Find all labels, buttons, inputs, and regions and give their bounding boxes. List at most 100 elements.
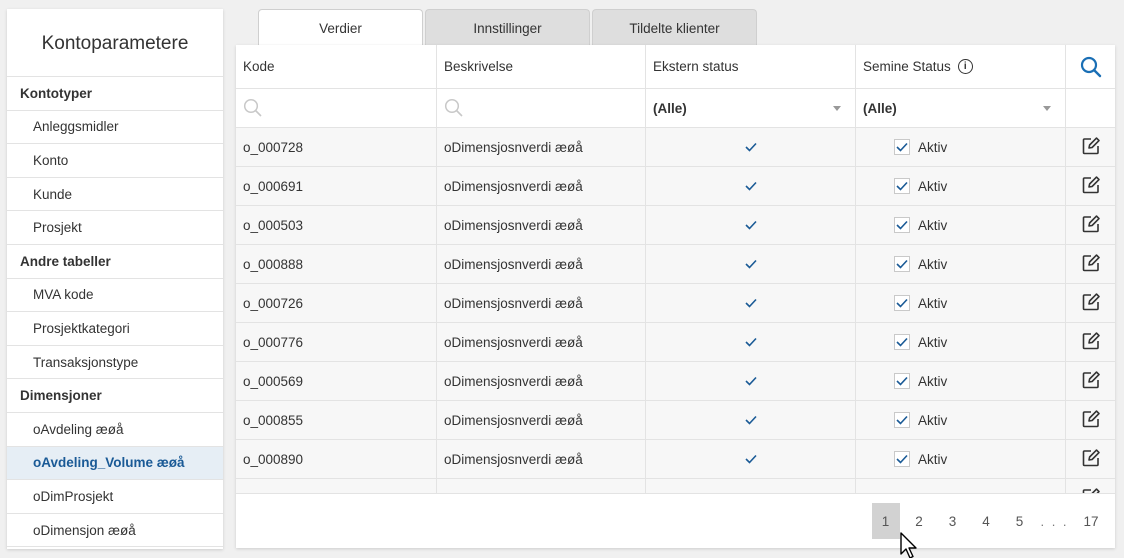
description-cell: oDimensjosnverdi æøå bbox=[437, 206, 646, 245]
description-filter-input[interactable] bbox=[437, 89, 646, 128]
table-body: o_000728 oDimensjosnverdi æøå Aktiv o_00069… bbox=[236, 128, 1115, 518]
sidebar-item[interactable]: Konto bbox=[7, 144, 223, 178]
edit-button[interactable] bbox=[1066, 206, 1115, 245]
status-checkbox[interactable] bbox=[894, 217, 910, 233]
status-label: Aktiv bbox=[918, 373, 948, 389]
table-row[interactable]: o_000888 oDimensjosnverdi æøå Aktiv bbox=[236, 245, 1115, 284]
table-row[interactable]: o_000726 oDimensjosnverdi æøå Aktiv bbox=[236, 284, 1115, 323]
sidebar-item[interactable]: Prosjekt bbox=[7, 211, 223, 245]
page-5-button[interactable]: 5 bbox=[1006, 503, 1034, 539]
column-header-external-status[interactable]: Ekstern status bbox=[646, 45, 856, 89]
status-label: Aktiv bbox=[918, 217, 948, 233]
table-row[interactable]: o_000691 oDimensjosnverdi æøå Aktiv bbox=[236, 167, 1115, 206]
status-checkbox[interactable] bbox=[894, 256, 910, 272]
status-checkbox[interactable] bbox=[894, 334, 910, 350]
page-3-button[interactable]: 3 bbox=[939, 503, 967, 539]
status-label: Aktiv bbox=[918, 412, 948, 428]
check-icon bbox=[744, 413, 757, 428]
page-1-button[interactable]: 1 bbox=[871, 503, 900, 539]
page-last-button[interactable]: 17 bbox=[1077, 503, 1105, 539]
sidebar-item[interactable]: oAvdeling æøå bbox=[7, 413, 223, 447]
external-status-filter[interactable]: (Alle) bbox=[646, 89, 856, 128]
table-row[interactable]: o_000855 oDimensjosnverdi æøå Aktiv bbox=[236, 401, 1115, 440]
check-icon bbox=[744, 335, 757, 350]
status-label: Aktiv bbox=[918, 334, 948, 350]
semine-status-filter-value: (Alle) bbox=[863, 100, 897, 116]
description-cell: oDimensjosnverdi æøå bbox=[437, 128, 646, 167]
check-icon bbox=[744, 140, 757, 155]
status-checkbox[interactable] bbox=[894, 295, 910, 311]
edit-icon bbox=[1081, 136, 1101, 159]
edit-icon bbox=[1081, 175, 1101, 198]
sidebar-item[interactable]: oDimensjon æøå bbox=[7, 514, 223, 548]
edit-button[interactable] bbox=[1066, 167, 1115, 206]
table-row[interactable]: o_000569 oDimensjosnverdi æøå Aktiv bbox=[236, 362, 1115, 401]
grid-footer: 1 2 3 4 5 . . . 17 bbox=[236, 493, 1115, 548]
filter-empty-cell bbox=[1066, 89, 1115, 128]
chevron-down-icon bbox=[1043, 105, 1051, 111]
sidebar-item[interactable]: oDimProsjekt bbox=[7, 480, 223, 514]
sidebar-item[interactable]: Prosjektkategori bbox=[7, 312, 223, 346]
search-button[interactable] bbox=[1066, 45, 1115, 89]
table-row[interactable]: o_000503 oDimensjosnverdi æøå Aktiv bbox=[236, 206, 1115, 245]
status-label: Aktiv bbox=[918, 256, 948, 272]
sidebar-item[interactable]: Anleggsmidler bbox=[7, 111, 223, 145]
sidebar-item[interactable]: Kunde bbox=[7, 178, 223, 212]
code-cell: o_000855 bbox=[236, 401, 437, 440]
column-header-description[interactable]: Beskrivelse bbox=[437, 45, 646, 89]
status-checkbox[interactable] bbox=[894, 412, 910, 428]
edit-button[interactable] bbox=[1066, 440, 1115, 479]
semine-status-cell: Aktiv bbox=[856, 323, 1066, 362]
status-checkbox[interactable] bbox=[894, 139, 910, 155]
tab-innstillinger[interactable]: Innstillinger bbox=[425, 9, 590, 46]
external-status-cell bbox=[646, 245, 856, 284]
tab-tildelte-klienter[interactable]: Tildelte klienter bbox=[592, 9, 757, 46]
semine-status-cell: Aktiv bbox=[856, 167, 1066, 206]
status-checkbox[interactable] bbox=[894, 373, 910, 389]
edit-icon bbox=[1081, 448, 1101, 471]
description-cell: oDimensjosnverdi æøå bbox=[437, 362, 646, 401]
status-checkbox[interactable] bbox=[894, 178, 910, 194]
sidebar-item[interactable]: oAvdeling_Volume æøå bbox=[7, 446, 223, 481]
check-icon bbox=[744, 218, 757, 233]
edit-button[interactable] bbox=[1066, 323, 1115, 362]
sidebar-item[interactable]: Transaksjonstype bbox=[7, 346, 223, 380]
values-grid: Kode Beskrivelse Ekstern status Semine S… bbox=[236, 45, 1115, 518]
pagination-ellipsis[interactable]: . . . bbox=[1038, 503, 1072, 539]
edit-icon bbox=[1081, 292, 1101, 315]
code-cell: o_000726 bbox=[236, 284, 437, 323]
description-cell: oDimensjosnverdi æøå bbox=[437, 401, 646, 440]
semine-status-filter[interactable]: (Alle) bbox=[856, 89, 1066, 128]
column-header-code[interactable]: Kode bbox=[236, 45, 437, 89]
mouse-cursor-icon bbox=[900, 532, 917, 558]
column-header-semine-status[interactable]: Semine Status i bbox=[856, 45, 1066, 89]
info-icon[interactable]: i bbox=[957, 59, 973, 74]
table-row[interactable]: o_000890 oDimensjosnverdi æøå Aktiv bbox=[236, 440, 1115, 479]
edit-button[interactable] bbox=[1066, 284, 1115, 323]
sidebar-title: Kontoparametere bbox=[7, 9, 223, 77]
edit-button[interactable] bbox=[1066, 128, 1115, 167]
edit-icon bbox=[1081, 331, 1101, 354]
code-cell: o_000569 bbox=[236, 362, 437, 401]
edit-button[interactable] bbox=[1066, 362, 1115, 401]
semine-status-label: Semine Status bbox=[863, 59, 951, 74]
code-filter-input[interactable] bbox=[236, 89, 437, 128]
status-checkbox[interactable] bbox=[894, 451, 910, 467]
semine-status-cell: Aktiv bbox=[856, 401, 1066, 440]
tab-verdier[interactable]: Verdier bbox=[258, 9, 423, 47]
sidebar-group-header: Kontotyper bbox=[7, 77, 223, 111]
table-row[interactable]: o_000776 oDimensjosnverdi æøå Aktiv bbox=[236, 323, 1115, 362]
page-4-button[interactable]: 4 bbox=[972, 503, 1000, 539]
semine-status-cell: Aktiv bbox=[856, 206, 1066, 245]
table-row[interactable]: o_000728 oDimensjosnverdi æøå Aktiv bbox=[236, 128, 1115, 167]
sidebar: Kontoparametere Kontotyper Anleggsmidler K… bbox=[7, 9, 223, 549]
external-status-cell bbox=[646, 323, 856, 362]
status-label: Aktiv bbox=[918, 178, 948, 194]
tab-bar: Verdier Innstillinger Tildelte klienter bbox=[258, 9, 759, 47]
edit-icon bbox=[1081, 214, 1101, 237]
sidebar-item[interactable]: MVA kode bbox=[7, 279, 223, 313]
edit-button[interactable] bbox=[1066, 245, 1115, 284]
edit-button[interactable] bbox=[1066, 401, 1115, 440]
edit-icon bbox=[1081, 370, 1101, 393]
edit-icon bbox=[1081, 253, 1101, 276]
